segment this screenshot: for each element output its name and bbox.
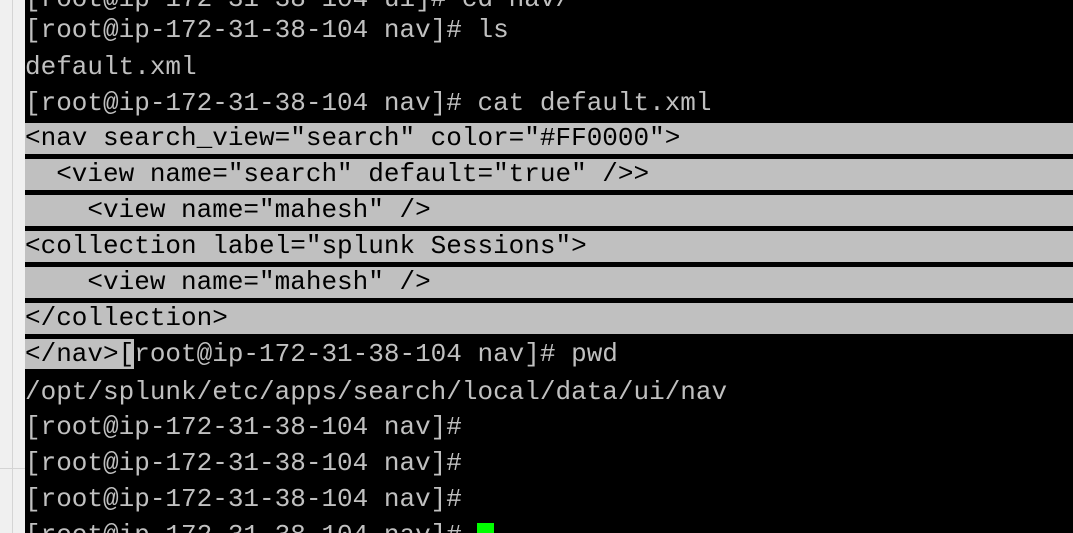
terminal-line: [root@ip-172-31-38-104 ui]# cd nav/ <box>25 0 571 15</box>
terminal-output[interactable]: [root@ip-172-31-38-104 ui]# cd nav/ [roo… <box>25 0 1073 533</box>
terminal-line: default.xml <box>25 52 197 82</box>
terminal-line-selected: </collection> <box>25 303 1073 334</box>
terminal-line-selected: <view name="mahesh" /> <box>25 195 1073 226</box>
terminal-line-selected: <view name="search" default="true" />> <box>25 159 1073 190</box>
terminal-line: [root@ip-172-31-38-104 nav]# <box>25 448 462 478</box>
terminal-line: </nav>[root@ip-172-31-38-104 nav]# pwd <box>25 339 618 370</box>
terminal-line: /opt/splunk/etc/apps/search/local/data/u… <box>25 377 728 407</box>
terminal-line: [root@ip-172-31-38-104 nav]# ls <box>25 15 509 45</box>
text-cursor <box>477 523 495 533</box>
terminal-line-selected: <view name="mahesh" /> <box>25 267 1073 298</box>
terminal-line: [root@ip-172-31-38-104 nav]# <box>25 412 462 442</box>
frame-divider <box>0 468 25 469</box>
terminal-line-selected: <nav search_view="search" color="#FF0000… <box>25 123 1073 154</box>
terminal-line-selected: <collection label="splunk Sessions"> <box>25 231 1073 262</box>
terminal-line: [root@ip-172-31-38-104 nav]# cat default… <box>25 88 712 118</box>
terminal-text: root@ip-172-31-38-104 nav]# pwd <box>134 339 618 369</box>
selected-text: </nav>[ <box>25 339 135 369</box>
terminal-prompt-line: [root@ip-172-31-38-104 nav]# <box>25 520 495 533</box>
frame-edge <box>12 0 13 533</box>
window-frame-left <box>0 0 25 533</box>
terminal-line: [root@ip-172-31-38-104 nav]# <box>25 484 462 514</box>
terminal-prompt: [root@ip-172-31-38-104 nav]# <box>25 520 477 533</box>
